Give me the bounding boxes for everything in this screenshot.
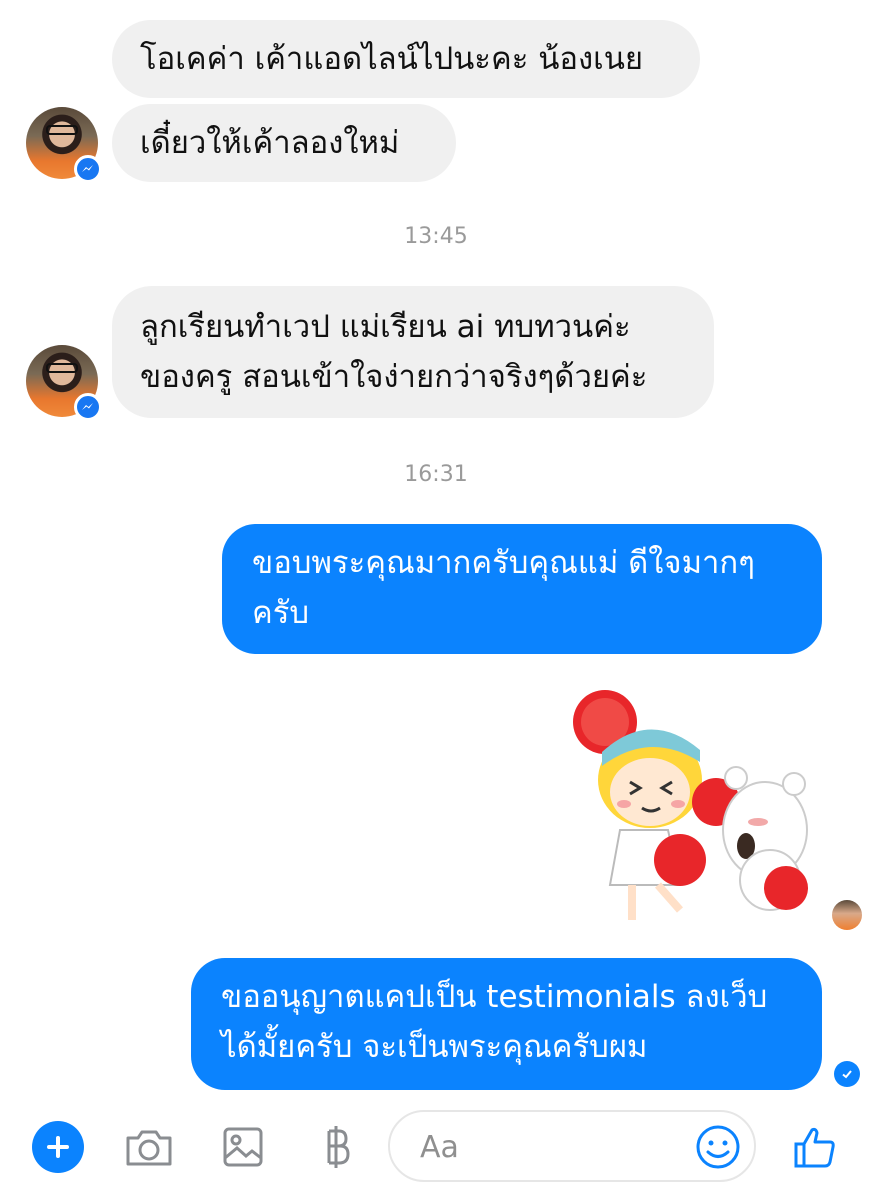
seen-avatar (832, 900, 862, 930)
emoji-icon[interactable] (694, 1123, 742, 1171)
composer-bar: Aa (0, 1100, 872, 1201)
message-text: ของครู สอนเข้าใจง่ายกว่าจริงๆด้วยค่ะ (140, 359, 648, 395)
outgoing-message-bubble[interactable]: ขออนุญาตแคปเป็น testimonials ลงเว็บ ได้ม… (191, 958, 822, 1090)
message-bubble[interactable]: ลูกเรียนทำเวป แม่เรียน ai ทบทวนค่ะ ของคร… (112, 286, 714, 418)
message-input-placeholder: Aa (420, 1130, 459, 1165)
plus-icon[interactable] (32, 1121, 84, 1173)
messenger-badge-icon (74, 393, 102, 421)
avatar[interactable] (26, 107, 102, 183)
message-bubble[interactable]: โอเคค่า เค้าแอดไลน์ไปนะคะ น้องเนย (112, 20, 700, 98)
avatar[interactable] (26, 345, 102, 421)
timestamp: 16:31 (404, 462, 468, 487)
sticker[interactable] (560, 680, 820, 930)
message-input[interactable]: Aa (388, 1110, 756, 1182)
timestamp: 13:45 (404, 224, 468, 249)
message-text: เดี๋ยวให้เค้าลองใหม่ (140, 125, 400, 161)
baht-icon[interactable] (312, 1122, 362, 1172)
avatar-glasses (46, 125, 78, 135)
image-icon[interactable] (218, 1122, 268, 1172)
message-bubble[interactable]: เดี๋ยวให้เค้าลองใหม่ (112, 104, 456, 182)
message-text: ครับ (252, 595, 310, 631)
message-text: ลูกเรียนทำเวป แม่เรียน ai ทบทวนค่ะ (140, 309, 631, 345)
delivered-check-icon (834, 1061, 860, 1087)
avatar-glasses (46, 363, 78, 373)
outgoing-message-bubble[interactable]: ขอบพระคุณมากครับคุณแม่ ดีใจมากๆ ครับ (222, 524, 822, 654)
like-icon[interactable] (790, 1122, 840, 1172)
message-text: โอเคค่า เค้าแอดไลน์ไปนะคะ น้องเนย (140, 41, 644, 77)
messenger-badge-icon (74, 155, 102, 183)
message-text: ขอบพระคุณมากครับคุณแม่ ดีใจมากๆ (252, 545, 755, 581)
message-text: ได้มั้ยครับ จะเป็นพระคุณครับผม (221, 1029, 648, 1065)
cheerleader-sticker-icon (573, 690, 808, 920)
message-text: ขออนุญาตแคปเป็น testimonials ลงเว็บ (221, 979, 768, 1015)
camera-icon[interactable] (124, 1122, 174, 1172)
